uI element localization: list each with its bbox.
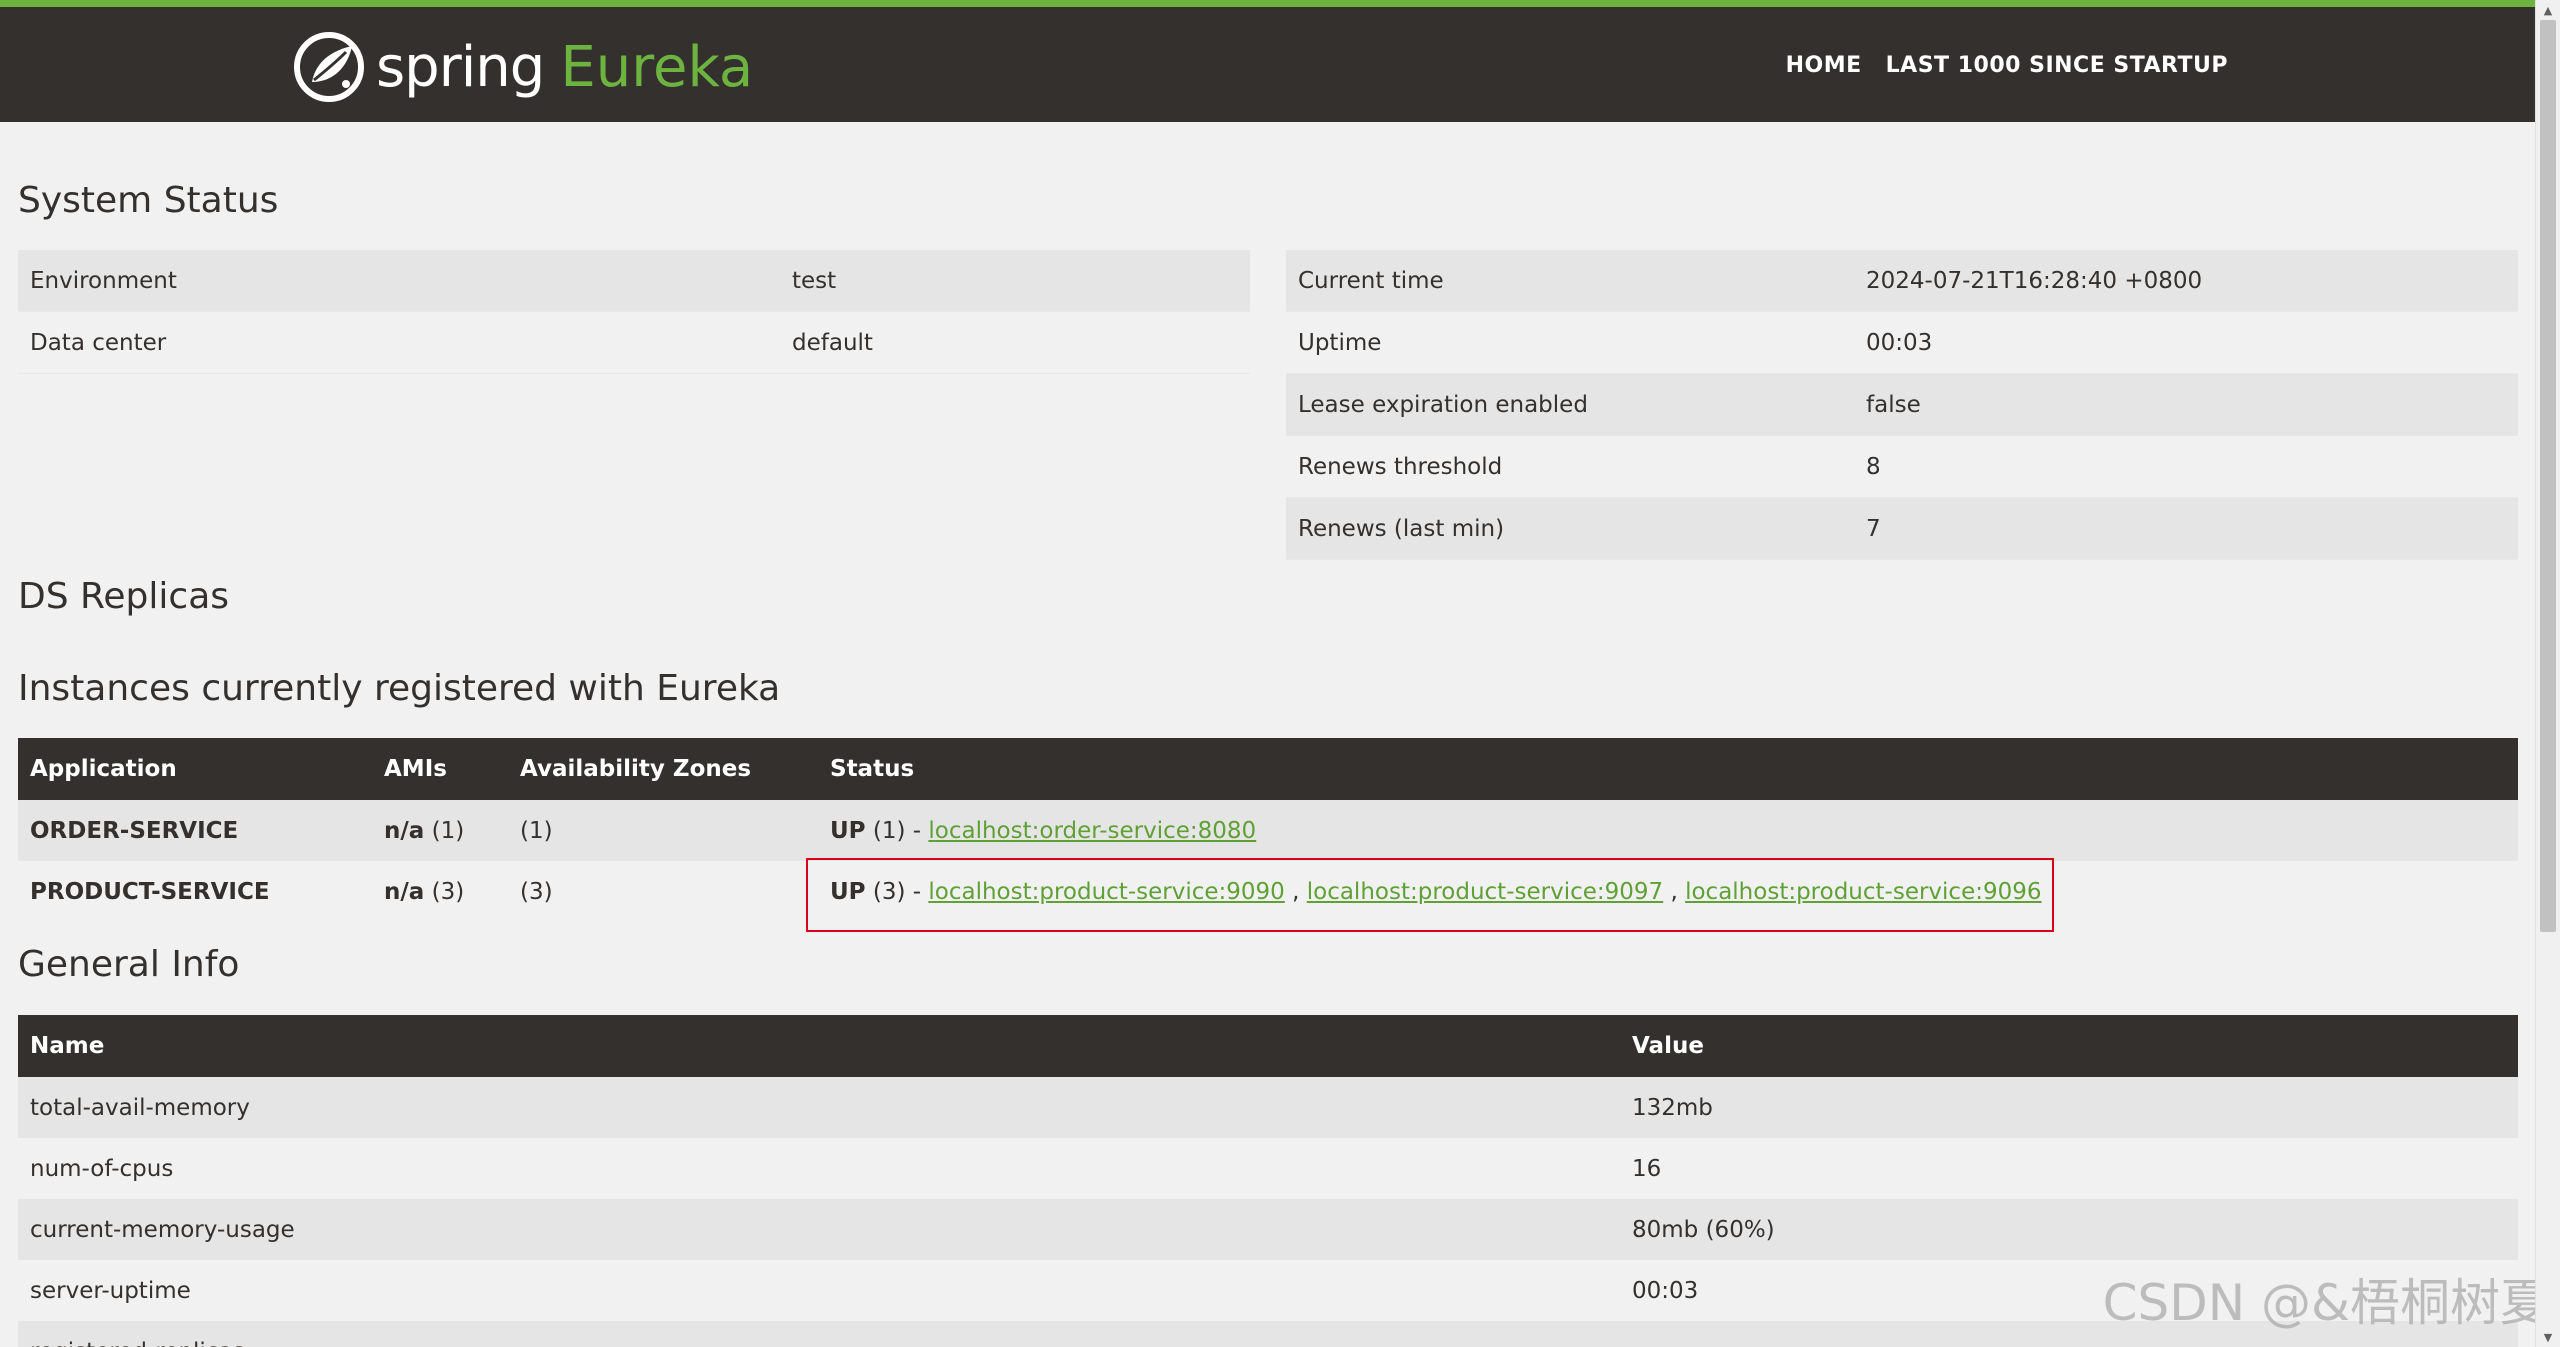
table-row: total-avail-memory 132mb bbox=[18, 1077, 2518, 1138]
table-header-row: Application AMIs Availability Zones Stat… bbox=[18, 738, 2518, 800]
info-name: num-of-cpus bbox=[18, 1138, 1620, 1199]
table-row: Renews threshold 8 bbox=[1286, 435, 2518, 498]
amis-cell: n/a (3) bbox=[372, 861, 508, 922]
status-value: false bbox=[1854, 373, 2518, 436]
info-name: total-avail-memory bbox=[18, 1077, 1620, 1138]
table-row: Current time 2024-07-21T16:28:40 +0800 bbox=[1286, 250, 2518, 312]
logo-spring-text: spring bbox=[376, 34, 545, 100]
instance-link[interactable]: localhost:order-service:8080 bbox=[928, 818, 1256, 844]
logo-eureka-text: Eureka bbox=[560, 34, 754, 100]
table-row: Uptime 00:03 bbox=[1286, 311, 2518, 374]
table-row: num-of-cpus 16 bbox=[18, 1138, 2518, 1199]
status-label: Renews (last min) bbox=[1286, 497, 1854, 560]
zones-cell: (3) bbox=[508, 861, 818, 922]
table-row: Renews (last min) 7 bbox=[1286, 497, 2518, 560]
status-label: Lease expiration enabled bbox=[1286, 373, 1854, 436]
status-label: Current time bbox=[1286, 250, 1854, 312]
nav-last-1000-link[interactable]: LAST 1000 SINCE STARTUP bbox=[1886, 53, 2228, 78]
table-row: Data center default bbox=[18, 311, 1250, 374]
table-row: current-memory-usage 80mb (60%) bbox=[18, 1199, 2518, 1260]
col-availability-zones: Availability Zones bbox=[508, 738, 818, 800]
csdn-watermark: CSDN @&梧桐树夏 bbox=[2102, 1274, 2550, 1332]
status-value: test bbox=[780, 250, 1250, 312]
table-row: ORDER-SERVICE n/a (1) (1) UP (1) - local… bbox=[18, 800, 2518, 861]
application-name: ORDER-SERVICE bbox=[18, 800, 372, 861]
instances-heading: Instances currently registered with Eure… bbox=[18, 668, 781, 709]
table-row: Environment test bbox=[18, 250, 1250, 312]
application-name: PRODUCT-SERVICE bbox=[18, 861, 372, 922]
col-application: Application bbox=[18, 738, 372, 800]
scroll-down-arrow-icon[interactable]: ▼ bbox=[2536, 1327, 2560, 1347]
info-value: 132mb bbox=[1620, 1077, 2518, 1138]
col-value: Value bbox=[1620, 1015, 2518, 1077]
vertical-scrollbar[interactable]: ▲ ▼ bbox=[2535, 0, 2560, 1347]
status-value: 7 bbox=[1854, 497, 2518, 560]
status-value: 00:03 bbox=[1854, 311, 2518, 374]
status-label: Data center bbox=[18, 311, 780, 374]
status-label: Environment bbox=[18, 250, 780, 312]
eureka-dashboard: spring Eureka HOME LAST 1000 SINCE START… bbox=[0, 0, 2560, 1347]
spring-eureka-logo[interactable]: spring Eureka bbox=[294, 29, 753, 105]
info-value: 80mb (60%) bbox=[1620, 1199, 2518, 1260]
general-info-heading: General Info bbox=[18, 944, 240, 985]
table-header-row: Name Value bbox=[18, 1015, 2518, 1077]
nav-links: HOME LAST 1000 SINCE STARTUP bbox=[1786, 53, 2228, 78]
scroll-thumb[interactable] bbox=[2540, 20, 2556, 932]
system-status-left-table: Environment test Data center default bbox=[18, 250, 1250, 374]
nav-home-link[interactable]: HOME bbox=[1786, 53, 1862, 78]
status-cell: UP (1) - localhost:order-service:8080 bbox=[818, 800, 2518, 861]
system-status-heading: System Status bbox=[18, 180, 279, 221]
status-value: default bbox=[780, 311, 1250, 374]
zones-cell: (1) bbox=[508, 800, 818, 861]
status-label: Renews threshold bbox=[1286, 435, 1854, 498]
info-name: server-uptime bbox=[18, 1260, 1620, 1321]
status-label: Uptime bbox=[1286, 311, 1854, 374]
col-name: Name bbox=[18, 1015, 1620, 1077]
top-navbar: spring Eureka HOME LAST 1000 SINCE START… bbox=[0, 0, 2536, 122]
amis-cell: n/a (1) bbox=[372, 800, 508, 861]
table-row: Lease expiration enabled false bbox=[1286, 373, 2518, 436]
scroll-up-arrow-icon[interactable]: ▲ bbox=[2536, 0, 2560, 20]
system-status-right-table: Current time 2024-07-21T16:28:40 +0800 U… bbox=[1286, 250, 2518, 560]
info-value: 16 bbox=[1620, 1138, 2518, 1199]
info-name: registered-replicas bbox=[18, 1321, 1620, 1347]
ds-replicas-heading: DS Replicas bbox=[18, 576, 230, 617]
spring-leaf-icon bbox=[294, 32, 364, 102]
status-value: 8 bbox=[1854, 435, 2518, 498]
info-name: current-memory-usage bbox=[18, 1199, 1620, 1260]
col-amis: AMIs bbox=[372, 738, 508, 800]
status-value: 2024-07-21T16:28:40 +0800 bbox=[1854, 250, 2518, 312]
col-status: Status bbox=[818, 738, 2518, 800]
red-highlight-box bbox=[806, 858, 2054, 932]
